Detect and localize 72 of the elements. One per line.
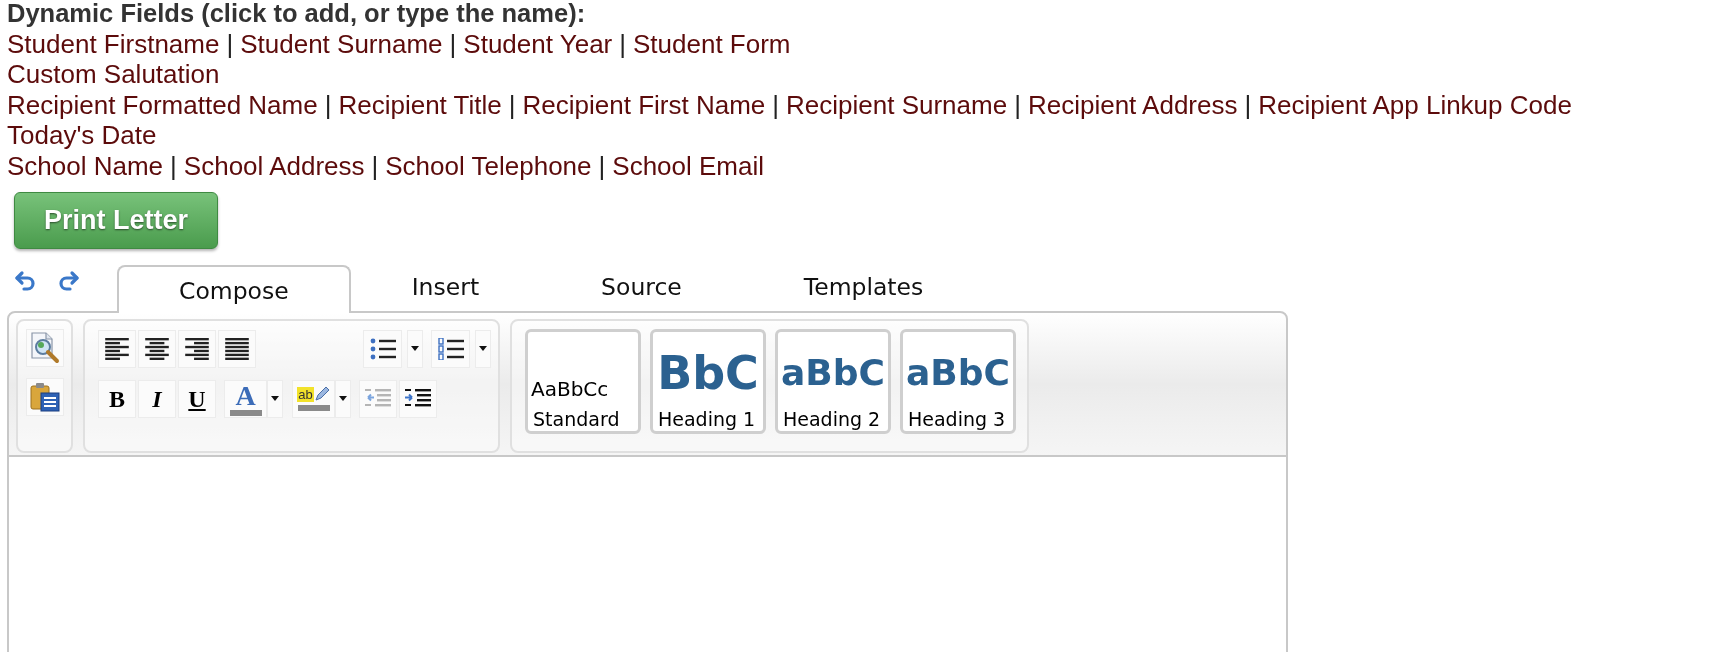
- caret-icon: [479, 346, 487, 352]
- caret-icon: [411, 346, 419, 352]
- indent-button[interactable]: [399, 379, 437, 418]
- field-link[interactable]: Recipient Title: [338, 89, 502, 121]
- field-link[interactable]: School Telephone: [385, 150, 592, 182]
- field-separator: |: [508, 89, 516, 121]
- font-color-button[interactable]: A: [224, 379, 267, 418]
- pen-icon: [313, 386, 330, 403]
- style-preview-button[interactable]: aBbC Heading 2: [775, 328, 891, 434]
- field-link[interactable]: Student Year: [463, 28, 613, 60]
- field-link[interactable]: Recipient Address: [1027, 89, 1238, 121]
- field-separator: |: [371, 150, 379, 182]
- field-link[interactable]: Custom Salutation: [7, 59, 220, 90]
- color-swatch-icon: [229, 409, 262, 416]
- caret-icon: [271, 396, 279, 402]
- style-preview-button[interactable]: AaBbCc Standard: [525, 328, 641, 434]
- field-separator: |: [226, 28, 234, 60]
- field-separator: |: [772, 89, 780, 121]
- align-right-icon: [185, 337, 209, 360]
- field-link[interactable]: School Address: [183, 150, 365, 182]
- undo-icon[interactable]: [13, 268, 37, 293]
- field-separator: |: [1014, 89, 1021, 121]
- align-right-button[interactable]: [178, 329, 216, 368]
- underline-button[interactable]: U: [178, 379, 216, 418]
- dropdown-button[interactable]: [267, 379, 283, 418]
- field-link[interactable]: School Name: [7, 150, 164, 182]
- tab[interactable]: Templates: [742, 264, 985, 311]
- align-justify-button[interactable]: [218, 329, 256, 368]
- dropdown-button[interactable]: [335, 379, 351, 418]
- field-separator: |: [449, 28, 457, 60]
- field-separator: |: [170, 150, 177, 182]
- align-left-icon: [105, 337, 129, 360]
- bulleted-list-icon: [369, 337, 396, 360]
- field-link[interactable]: School Email: [612, 150, 765, 182]
- field-separator: |: [1244, 89, 1252, 121]
- tab[interactable]: Source: [540, 264, 743, 311]
- field-link[interactable]: Recipient Surname: [786, 89, 1008, 121]
- align-center-button[interactable]: [138, 329, 176, 368]
- dropdown-button[interactable]: [407, 329, 423, 368]
- field-separator: |: [619, 28, 626, 60]
- caret-icon: [339, 396, 347, 402]
- field-link[interactable]: Recipient Formatted Name: [7, 89, 318, 121]
- field-link[interactable]: Recipient App Linkup Code: [1258, 89, 1572, 121]
- paste-from-word-button[interactable]: [25, 377, 64, 416]
- field-separator: |: [324, 89, 332, 121]
- style-preview-button[interactable]: aBbC Heading 3: [900, 328, 1016, 434]
- color-swatch-icon: [297, 405, 330, 412]
- italic-button[interactable]: I: [138, 379, 176, 418]
- field-link[interactable]: Today's Date: [7, 120, 157, 151]
- dynamic-fields-heading: Dynamic Fields (click to add, or type the name):: [7, 0, 587, 29]
- numbered-list-icon: [437, 337, 464, 360]
- field-link[interactable]: Student Form: [633, 28, 791, 60]
- tab[interactable]: Compose: [117, 264, 351, 313]
- highlight-button[interactable]: ab: [292, 379, 335, 418]
- bold-button[interactable]: B: [98, 379, 136, 418]
- align-center-icon: [145, 337, 169, 360]
- field-link[interactable]: Recipient First Name: [522, 89, 766, 121]
- clipboard-icon: [29, 381, 60, 412]
- align-left-button[interactable]: [98, 329, 136, 368]
- preview-button[interactable]: [25, 328, 64, 367]
- field-separator: |: [598, 150, 606, 182]
- numbered-list-button[interactable]: [431, 329, 470, 368]
- align-justify-icon: [225, 337, 249, 360]
- tab[interactable]: Insert: [350, 264, 541, 311]
- bulleted-list-button[interactable]: [363, 329, 402, 368]
- editor-field[interactable]: [7, 456, 1288, 652]
- style-preview-button[interactable]: BbC Heading 1: [650, 328, 766, 434]
- field-link[interactable]: Student Surname: [240, 28, 443, 60]
- magnifier-page-icon: [29, 331, 60, 364]
- field-link[interactable]: Student Firstname: [7, 28, 220, 60]
- dropdown-button[interactable]: [475, 329, 491, 368]
- redo-icon[interactable]: [57, 268, 81, 293]
